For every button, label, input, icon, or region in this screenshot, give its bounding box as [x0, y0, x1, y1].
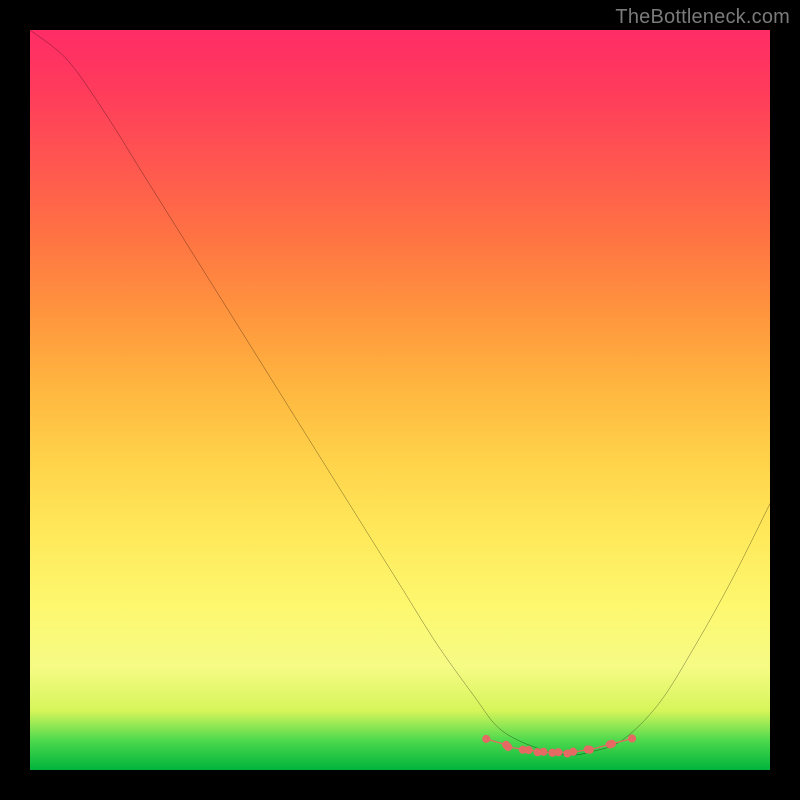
optimal-marker-cap — [563, 749, 571, 757]
optimal-marker-cap — [586, 746, 594, 754]
optimal-marker-cap — [548, 749, 556, 757]
optimal-marker-cap — [482, 735, 490, 743]
optimal-marker-cap — [534, 748, 542, 756]
optimal-band-markers — [482, 734, 636, 757]
optimal-marker-cap — [504, 743, 512, 751]
chart-frame: TheBottleneck.com — [0, 0, 800, 800]
watermark-text: TheBottleneck.com — [615, 6, 790, 29]
bottleneck-curve — [30, 30, 770, 755]
optimal-marker-cap — [608, 740, 616, 748]
plot-area — [30, 30, 770, 770]
optimal-marker-cap — [519, 746, 527, 754]
optimal-marker-cap — [628, 734, 636, 742]
chart-svg — [30, 30, 770, 770]
